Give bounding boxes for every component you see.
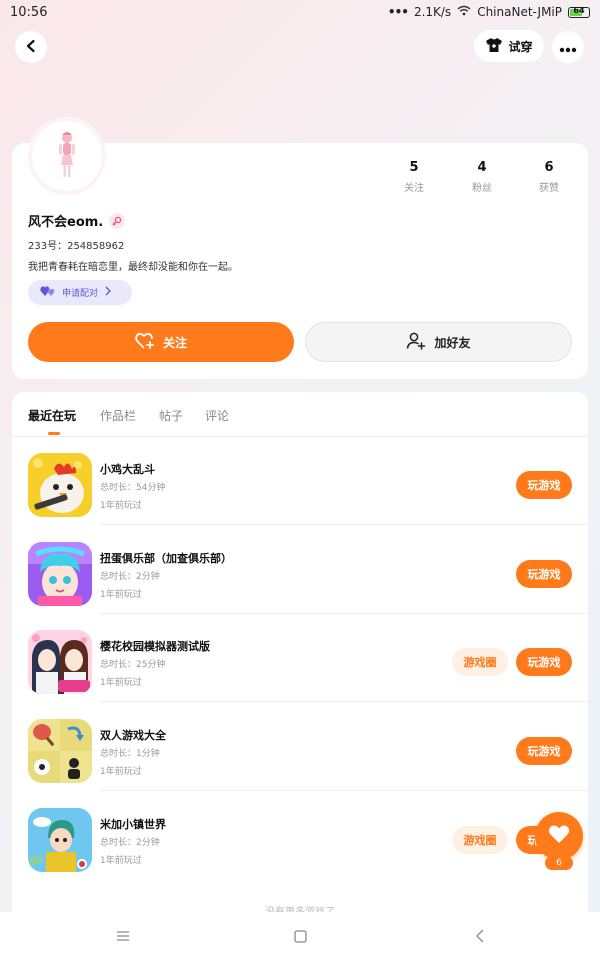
row-divider: [100, 524, 588, 525]
stat-following[interactable]: 5 关注: [384, 160, 444, 194]
play-game-button[interactable]: 玩游戏: [516, 471, 572, 499]
more-dots-icon: [559, 38, 577, 57]
nav-back-icon[interactable]: [470, 926, 490, 946]
network-speed: 2.1K/s: [413, 5, 452, 19]
game-name: 扭蛋俱乐部（加查俱乐部）: [100, 552, 232, 565]
status-bar: 10:56 ••• 2.1K/s ChinaNet-JMiP 64: [0, 0, 600, 26]
tab-posts[interactable]: 帖子: [159, 407, 183, 424]
game-icon-gacha-club: [28, 542, 92, 606]
game-icon-chicken: [28, 453, 92, 517]
tryon-button[interactable]: 试穿: [474, 30, 544, 62]
stat-value: 5: [409, 160, 419, 175]
status-indicators: ••• 2.1K/s ChinaNet-JMiP 64: [388, 5, 590, 19]
status-time: 10:56: [10, 5, 48, 20]
avatar-figure-icon: [59, 132, 75, 177]
network-name: ChinaNet-JMiP: [477, 5, 562, 19]
game-circle-button[interactable]: 游戏圈: [452, 826, 508, 854]
tab-comments[interactable]: 评论: [205, 407, 229, 424]
game-row[interactable]: 扭蛋俱乐部（加查俱乐部） 总时长：2分钟 1年前玩过 玩游戏: [12, 526, 588, 614]
stat-value: 6: [544, 160, 554, 175]
game-last-played: 1年前玩过: [100, 767, 142, 777]
apply-pair-button[interactable]: 申请配对: [28, 280, 132, 305]
wifi-icon: [457, 5, 471, 19]
stat-label: 关注: [404, 183, 424, 194]
user-id: 233号：254858962: [28, 241, 125, 252]
avatar[interactable]: [28, 117, 106, 195]
game-row[interactable]: 双人游戏大全 总时长：1分钟 1年前玩过 玩游戏: [12, 703, 588, 791]
tryon-label: 试穿: [508, 39, 533, 54]
menu-icon[interactable]: [113, 926, 133, 946]
follow-button[interactable]: 关注: [28, 322, 294, 362]
add-friend-button[interactable]: 加好友: [305, 322, 572, 362]
game-last-played: 1年前玩过: [100, 590, 142, 600]
game-row[interactable]: 樱花校园模拟器测试版 总时长：25分钟 1年前玩过 游戏圈 玩游戏: [12, 614, 588, 702]
game-last-played: 1年前玩过: [100, 856, 142, 866]
play-game-button[interactable]: 玩游戏: [516, 737, 572, 765]
female-symbol-icon: [109, 212, 126, 229]
tab-recently-played[interactable]: 最近在玩: [28, 407, 76, 424]
back-arrow-icon: [24, 38, 38, 57]
home-square-icon[interactable]: [290, 926, 310, 946]
game-name: 双人游戏大全: [100, 729, 166, 742]
user-bio: 我把青春耗在暗恋里，最终却没能和你在一起。: [28, 262, 238, 273]
battery-percent: 64: [573, 5, 585, 15]
game-row[interactable]: 米加小镇世界 总时长：2分钟 1年前玩过 游戏圈 玩游戏: [12, 792, 588, 880]
stat-likes[interactable]: 6 获赞: [519, 160, 579, 194]
game-playtime: 总时长：25分钟: [100, 660, 166, 670]
game-playtime: 总时长：54分钟: [100, 483, 166, 493]
game-icon-sakura-school: [28, 630, 92, 694]
game-playtime: 总时长：2分钟: [100, 838, 160, 848]
like-button[interactable]: [535, 812, 583, 860]
add-friend-label: 加好友: [434, 335, 471, 350]
stat-label: 获赞: [539, 183, 559, 194]
more-button[interactable]: [552, 31, 584, 63]
row-divider: [100, 701, 588, 702]
game-row[interactable]: 小鸡大乱斗 总时长：54分钟 1年前玩过 玩游戏: [12, 437, 588, 525]
game-playtime: 总时长：2分钟: [100, 572, 160, 582]
double-heart-icon: [40, 285, 56, 300]
system-nav-bar: [0, 912, 600, 960]
person-plus-icon: [406, 332, 426, 353]
like-count: 6: [545, 856, 573, 870]
game-playtime: 总时长：1分钟: [100, 749, 160, 759]
heart-icon: [548, 824, 570, 848]
game-icon-two-player: [28, 719, 92, 783]
apply-pair-label: 申请配对: [62, 289, 99, 299]
heart-plus-icon: [135, 332, 155, 353]
game-name: 樱花校园模拟器测试版: [100, 640, 210, 653]
tab-indicator: [48, 432, 60, 435]
game-last-played: 1年前玩过: [100, 501, 142, 511]
shirt-icon: [485, 37, 503, 56]
game-last-played: 1年前玩过: [100, 678, 142, 688]
follow-label: 关注: [162, 335, 187, 350]
game-name: 米加小镇世界: [100, 818, 166, 831]
battery-icon: 64: [568, 5, 590, 18]
stat-followers[interactable]: 4 粉丝: [452, 160, 512, 194]
row-divider: [100, 790, 588, 791]
back-button[interactable]: [15, 31, 47, 63]
tab-works[interactable]: 作品栏: [100, 407, 136, 424]
more-dots-small-icon: •••: [387, 5, 409, 19]
username: 风不会eom.: [28, 215, 104, 230]
username-row: 风不会eom.: [28, 211, 126, 230]
stat-value: 4: [477, 160, 487, 175]
game-circle-button[interactable]: 游戏圈: [452, 648, 508, 676]
play-game-button[interactable]: 玩游戏: [516, 648, 572, 676]
game-icon-miga-town: [28, 808, 92, 872]
chevron-right-icon: [104, 286, 112, 299]
game-name: 小鸡大乱斗: [100, 463, 155, 476]
stat-label: 粉丝: [472, 183, 492, 194]
play-game-button[interactable]: 玩游戏: [516, 560, 572, 588]
